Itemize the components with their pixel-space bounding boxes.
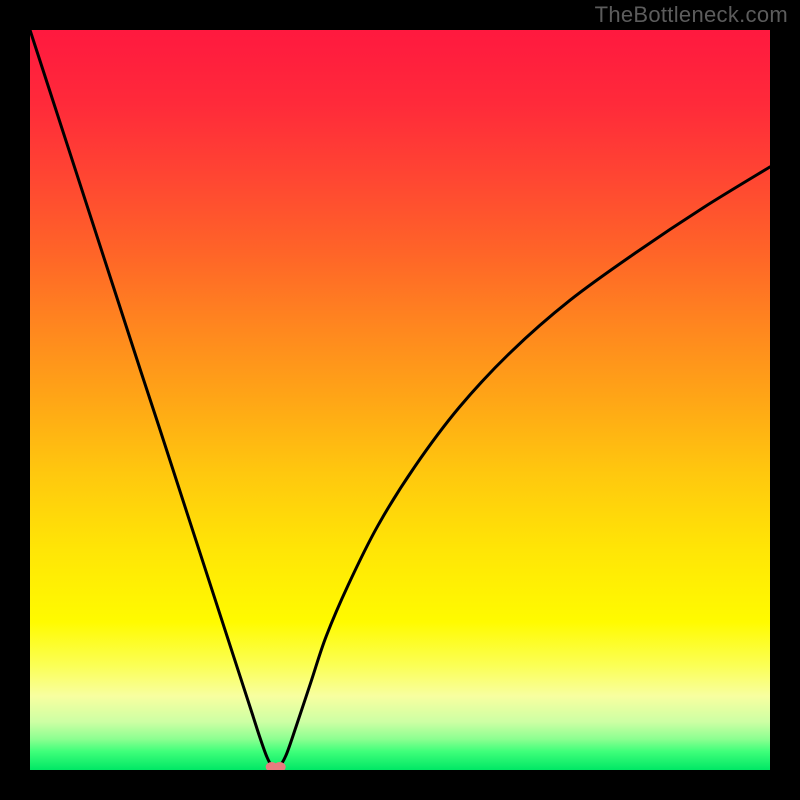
gradient-background: [30, 30, 770, 770]
watermark-text: TheBottleneck.com: [595, 2, 788, 28]
chart-frame: TheBottleneck.com: [0, 0, 800, 800]
bottleneck-chart-svg: [30, 30, 770, 770]
plot-area: [30, 30, 770, 770]
